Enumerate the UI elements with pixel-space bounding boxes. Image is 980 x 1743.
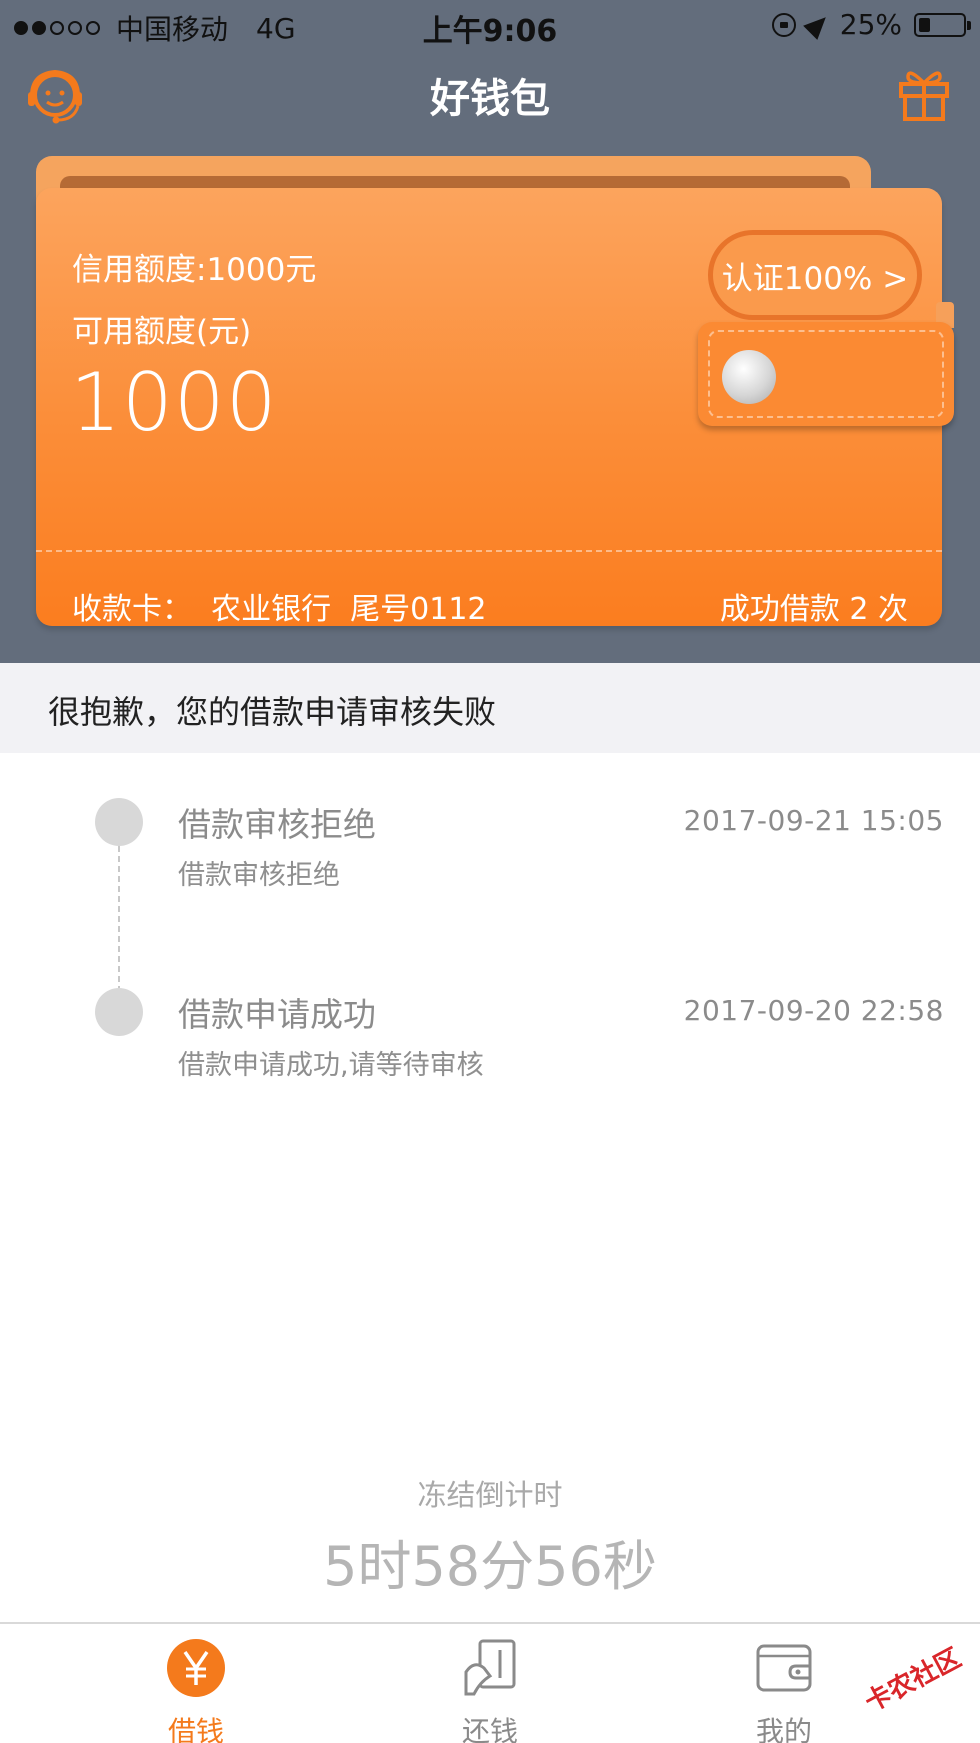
timeline-item-desc: 借款申请成功,请等待审核 bbox=[178, 1050, 484, 1081]
timeline-item-desc: 借款审核拒绝 bbox=[178, 860, 340, 891]
notice-text: 很抱歉，您的借款申请审核失败 bbox=[48, 693, 497, 731]
tab-mine[interactable]: 我的 bbox=[714, 1638, 854, 1743]
receive-card-info: 收款卡： 农业银行 尾号0112 bbox=[72, 592, 487, 627]
yen-icon bbox=[167, 1639, 225, 1697]
failure-notice: 很抱歉，您的借款申请审核失败 bbox=[0, 663, 980, 753]
wallet-card: 信用额度:1000元 可用额度(元) 1000 认证100% > 收款卡： 农业… bbox=[36, 152, 954, 627]
available-limit-value: 1000 bbox=[70, 356, 278, 449]
timeline-item-title: 借款申请成功 bbox=[178, 995, 376, 1034]
timeline-dot bbox=[95, 798, 143, 846]
tab-bar: 借钱 还钱 我的 bbox=[0, 1622, 980, 1743]
clasp-button-icon bbox=[722, 350, 776, 404]
countdown-value: 5时58分56秒 bbox=[323, 1535, 657, 1598]
loan-count: 成功借款 2 次 bbox=[719, 592, 908, 627]
battery-percent: 25% bbox=[839, 8, 902, 41]
status-bar: 中国移动 4G 上午9:06 25% bbox=[0, 0, 980, 50]
wallet-icon bbox=[756, 1644, 812, 1692]
rotation-lock-icon bbox=[771, 12, 796, 37]
timeline-dot bbox=[95, 988, 143, 1036]
tab-label: 借钱 bbox=[167, 1715, 224, 1743]
timeline-item-time: 2017-09-21 15:05 bbox=[683, 804, 944, 837]
battery-icon bbox=[914, 12, 971, 37]
header-area: 中国移动 4G 上午9:06 25% 好钱包 信用额度:1000元 可用额度(元… bbox=[0, 0, 980, 663]
available-limit-label: 可用额度(元) bbox=[72, 314, 252, 350]
page-title: 好钱包 bbox=[430, 76, 550, 122]
tab-borrow[interactable]: 借钱 bbox=[126, 1638, 266, 1743]
countdown-label: 冻结倒计时 bbox=[417, 1478, 563, 1512]
credit-limit-label: 信用额度:1000元 bbox=[72, 252, 317, 288]
timeline-item-time: 2017-09-20 22:58 bbox=[683, 994, 944, 1027]
gift-icon[interactable] bbox=[898, 66, 950, 122]
wallet-clasp bbox=[698, 322, 954, 426]
tab-label: 还钱 bbox=[461, 1715, 518, 1743]
repay-card-icon bbox=[464, 1639, 516, 1696]
timeline-item-title: 借款审核拒绝 bbox=[178, 805, 376, 844]
tab-label: 我的 bbox=[755, 1715, 812, 1743]
tab-repay[interactable]: 还钱 bbox=[420, 1638, 560, 1743]
certification-button[interactable]: 认证100% > bbox=[708, 230, 922, 320]
wallet-divider bbox=[36, 550, 942, 552]
location-arrow-icon bbox=[802, 9, 833, 40]
